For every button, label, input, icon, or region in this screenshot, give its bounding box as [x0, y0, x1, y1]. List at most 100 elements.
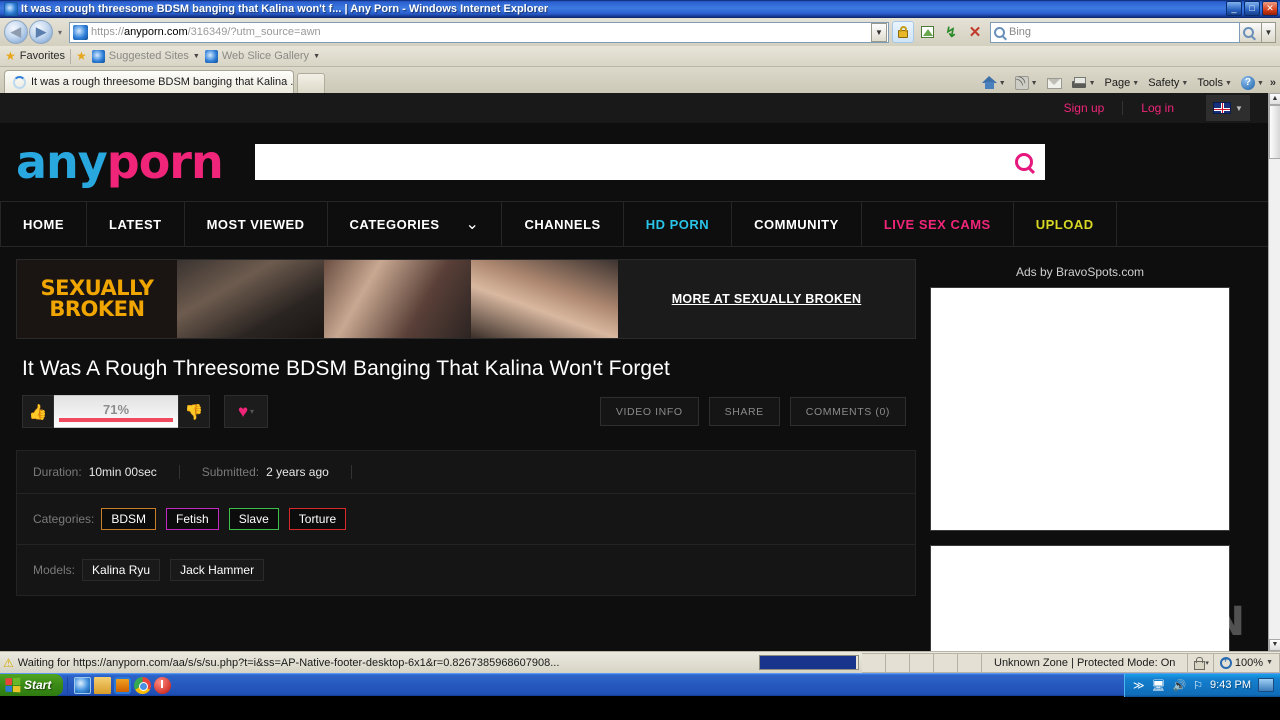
ie-icon [204, 49, 218, 63]
model-tag[interactable]: Jack Hammer [170, 559, 265, 581]
comments-button[interactable]: COMMENTS (0) [789, 397, 906, 426]
promo-more-link[interactable]: MORE AT SEXUALLY BROKEN [672, 292, 862, 306]
overflow-icon[interactable]: » [1270, 77, 1276, 89]
signup-link[interactable]: Sign up [1046, 101, 1123, 115]
tab-bar: It was a rough threesome BDSM banging th… [0, 67, 1280, 93]
feeds-button[interactable]: ▼ [1012, 75, 1041, 91]
address-bar-text: https://anyporn.com/316349/?utm_source=a… [91, 26, 871, 38]
recent-pages-caret[interactable]: ▾ [54, 28, 66, 37]
promo-thumbnail[interactable] [324, 260, 471, 338]
lock-icon[interactable] [892, 21, 914, 43]
refresh-glyph: ↯ [945, 23, 957, 40]
url-path: /316349/?utm_source=awn [187, 26, 321, 38]
add-favorite-icon[interactable]: ★ [76, 49, 87, 63]
window-title-bar: It was a rough threesome BDSM banging th… [0, 0, 1280, 18]
thumbs-up-icon[interactable]: 👍 [22, 395, 54, 428]
video-info-button[interactable]: VIDEO INFO [599, 397, 699, 426]
browser-tab[interactable]: It was a rough threesome BDSM banging th… [4, 70, 294, 93]
promo-thumbnail[interactable] [177, 260, 324, 338]
search-input[interactable]: Bing [990, 21, 1240, 43]
status-cell [934, 652, 958, 673]
forward-button[interactable]: ▶ [29, 20, 53, 44]
start-button[interactable]: Start [0, 674, 64, 696]
model-tag[interactable]: Kalina Ryu [82, 559, 161, 581]
logo-part-2: porn [106, 135, 224, 189]
login-link[interactable]: Log in [1123, 101, 1192, 115]
mail-icon [1046, 77, 1062, 89]
nav-item-categories[interactable]: CATEGORIES ⌄ [328, 201, 503, 247]
page-menu[interactable]: Page ▼ [1102, 76, 1143, 90]
security-zone[interactable]: Unknown Zone | Protected Mode: On [982, 652, 1189, 673]
search-go-button[interactable] [1240, 21, 1262, 43]
stop-icon[interactable]: ✕ [964, 21, 986, 43]
chrome-icon[interactable] [134, 676, 152, 694]
volume-icon[interactable]: 🔊 [1172, 679, 1186, 692]
mail-button[interactable] [1044, 77, 1065, 90]
nav-item-channels[interactable]: CHANNELS [502, 201, 624, 247]
back-button[interactable]: ◀ [4, 20, 28, 44]
nav-label: HOME [23, 216, 64, 232]
print-button[interactable]: ▼ [1068, 76, 1099, 91]
clock[interactable]: 9:43 PM [1210, 679, 1251, 691]
nav-item-hd-porn[interactable]: HD PORN [624, 201, 733, 247]
share-button[interactable]: SHARE [708, 397, 780, 426]
close-button[interactable]: ✕ [1262, 1, 1278, 16]
show-hidden-icon[interactable]: ≫ [1133, 679, 1145, 692]
protected-mode-indicator[interactable]: ▾ [1188, 652, 1214, 673]
ad-slot-2[interactable] [930, 545, 1230, 651]
compatibility-view-icon[interactable] [916, 21, 938, 43]
maximize-button[interactable]: □ [1244, 1, 1260, 16]
favorites-button[interactable]: ★ Favorites [5, 49, 65, 63]
scrollbar-thumb[interactable] [1269, 105, 1280, 159]
category-tag[interactable]: BDSM [101, 508, 157, 530]
internet-explorer-icon[interactable] [74, 676, 92, 694]
promo-brand-logo: SEXUALLY BROKEN [17, 260, 177, 338]
thumbs-down-icon[interactable]: 👎 [178, 395, 210, 428]
address-bar[interactable]: https://anyporn.com/316349/?utm_source=a… [69, 21, 889, 43]
chevron-down-icon: ▾ [250, 407, 255, 416]
address-dropdown-button[interactable]: ▼ [871, 22, 887, 42]
zoom-control[interactable]: 100% ▼ [1213, 652, 1280, 673]
category-tag[interactable]: Fetish [166, 508, 219, 530]
site-logo[interactable]: anyporn [16, 139, 224, 185]
add-to-favorites-button[interactable]: ♥ ▾ [224, 395, 268, 428]
ad-slot-1[interactable] [930, 287, 1230, 531]
record-icon[interactable] [154, 676, 172, 694]
help-button[interactable]: ? ▼ [1238, 75, 1267, 91]
tools-menu[interactable]: Tools ▼ [1194, 76, 1235, 90]
web-slice-gallery-item[interactable]: Web Slice Gallery ▼ [204, 49, 320, 63]
refresh-icon[interactable]: ↯ [940, 21, 962, 43]
category-tag[interactable]: Torture [288, 508, 347, 530]
search-provider-dropdown[interactable]: ▼ [1262, 21, 1276, 43]
nav-item-community[interactable]: COMMUNITY [732, 201, 862, 247]
network-icon[interactable]: 🖥 [1151, 679, 1165, 692]
folder-icon[interactable] [94, 676, 112, 694]
flag-icon[interactable]: ⚐ [1193, 679, 1203, 692]
nav-item-upload[interactable]: UPLOAD [1014, 201, 1117, 247]
nav-item-home[interactable]: HOME [0, 201, 87, 247]
new-tab-button[interactable] [297, 73, 325, 93]
scroll-down-button[interactable]: ▼ [1269, 639, 1280, 651]
web-slice-gallery-label: Web Slice Gallery [221, 50, 310, 62]
promo-banner[interactable]: SEXUALLY BROKEN MORE AT SEXUALLY BROKEN [16, 259, 916, 339]
scroll-up-button[interactable]: ▲ [1269, 93, 1280, 105]
home-button[interactable]: ▼ [979, 75, 1009, 91]
category-tag[interactable]: Slave [228, 508, 279, 530]
suggested-sites-item[interactable]: Suggested Sites ▼ [91, 49, 200, 63]
nav-item-most-viewed[interactable]: MOST VIEWED [185, 201, 328, 247]
nav-item-live-sex-cams[interactable]: LIVE SEX CAMS [862, 201, 1014, 247]
window-title: It was a rough threesome BDSM banging th… [21, 3, 549, 15]
site-search-input[interactable] [254, 144, 1045, 180]
search-icon[interactable] [1014, 153, 1033, 171]
windows-logo-icon [5, 677, 21, 693]
minimize-button[interactable]: _ [1226, 1, 1242, 16]
page-scrollbar[interactable]: ▲ ▼ [1268, 93, 1280, 651]
media-player-icon[interactable] [114, 676, 132, 694]
promo-thumbnail[interactable] [471, 260, 618, 338]
nav-item-latest[interactable]: LATEST [87, 201, 185, 247]
ad-sidebar: Ads by BravoSpots.com [930, 259, 1230, 651]
show-desktop-icon[interactable] [1258, 678, 1274, 692]
language-selector[interactable]: ▼ [1206, 95, 1250, 121]
system-tray: ≫ 🖥 🔊 ⚐ 9:43 PM [1123, 673, 1280, 697]
safety-menu[interactable]: Safety ▼ [1145, 76, 1191, 90]
